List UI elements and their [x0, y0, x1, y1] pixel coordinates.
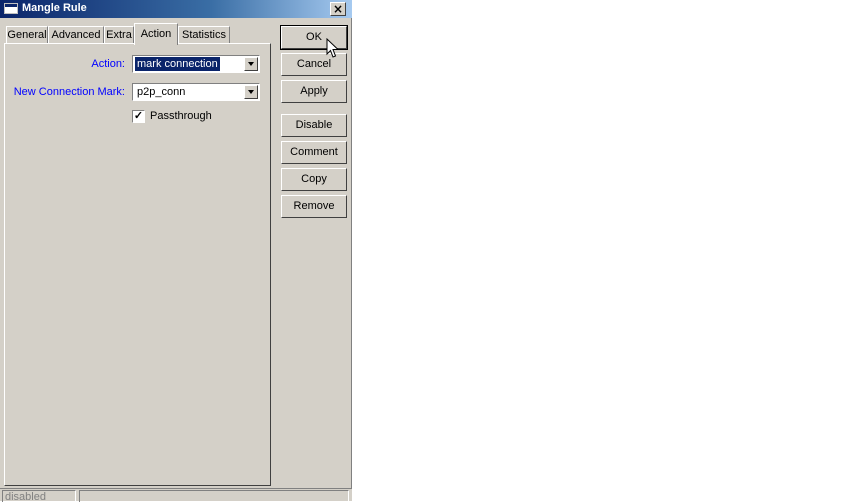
- passthrough-checkbox[interactable]: ✓: [132, 110, 145, 123]
- passthrough-label: Passthrough: [150, 110, 212, 122]
- tab-advanced[interactable]: Advanced: [48, 26, 104, 44]
- comment-button[interactable]: Comment: [281, 141, 347, 164]
- tab-extra[interactable]: Extra: [104, 26, 134, 44]
- window-icon: [4, 3, 18, 14]
- mouse-cursor-icon: [326, 38, 340, 58]
- tab-general[interactable]: General: [6, 26, 48, 44]
- action-value: mark connection: [134, 56, 221, 72]
- mangle-rule-window: Mangle Rule × General Advanced Extra Act…: [0, 0, 352, 502]
- action-label: Action:: [91, 58, 125, 70]
- chevron-down-icon[interactable]: [244, 57, 258, 71]
- close-button[interactable]: ×: [330, 2, 346, 16]
- connection-mark-label: New Connection Mark:: [13, 86, 125, 98]
- remove-button[interactable]: Remove: [281, 195, 347, 218]
- status-cell-empty: [79, 490, 349, 502]
- copy-button[interactable]: Copy: [281, 168, 347, 191]
- connection-mark-field[interactable]: p2p_conn: [132, 83, 260, 101]
- status-bar: disabled: [0, 488, 352, 502]
- apply-button[interactable]: Apply: [281, 80, 347, 103]
- title-bar[interactable]: Mangle Rule ×: [0, 0, 352, 18]
- chevron-down-icon[interactable]: [244, 85, 258, 99]
- disable-button[interactable]: Disable: [281, 114, 347, 137]
- status-text: disabled: [2, 490, 76, 502]
- tab-statistics[interactable]: Statistics: [178, 26, 230, 44]
- window-title: Mangle Rule: [22, 2, 87, 14]
- action-select[interactable]: mark connection: [132, 55, 260, 73]
- connection-mark-value: p2p_conn: [137, 86, 186, 98]
- tab-action[interactable]: Action: [134, 23, 178, 45]
- action-panel: Action: mark connection New Connection M…: [4, 43, 271, 486]
